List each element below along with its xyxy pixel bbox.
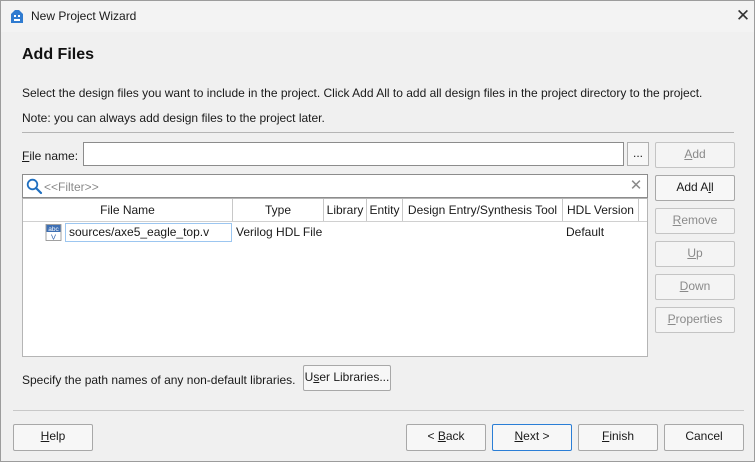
libraries-hint: Specify the path names of any non-defaul… <box>22 373 296 387</box>
browse-button[interactable]: ... <box>627 142 649 166</box>
verilog-file-icon: abc V <box>45 224 62 241</box>
column-header-tool[interactable]: Design Entry/Synthesis Tool <box>403 199 563 221</box>
finish-button[interactable]: Finish <box>578 424 658 451</box>
up-button[interactable]: Up <box>655 241 735 267</box>
search-icon <box>26 178 43 195</box>
column-header-entity[interactable]: Entity <box>367 199 403 221</box>
add-all-button[interactable]: Add All <box>655 175 735 201</box>
svg-text:V: V <box>51 232 56 241</box>
title-bar: New Project Wizard ✕ <box>1 1 754 32</box>
clear-filter-icon[interactable]: ✕ <box>628 177 644 195</box>
files-table: File Name Type Library Entity Design Ent… <box>22 198 648 357</box>
file-name-input[interactable] <box>83 142 624 166</box>
filter-placeholder: <<Filter>> <box>44 180 99 194</box>
close-icon[interactable]: ✕ <box>734 7 752 25</box>
add-button[interactable]: Add <box>655 142 735 168</box>
page-title: Add Files <box>22 46 95 63</box>
page-description: Select the design files you want to incl… <box>22 86 703 100</box>
filter-input[interactable]: <<Filter>> ✕ <box>22 174 648 198</box>
down-button[interactable]: Down <box>655 274 735 300</box>
file-name-label: File name: <box>22 149 79 163</box>
column-header-type[interactable]: Type <box>233 199 324 221</box>
new-project-wizard-window: New Project Wizard ✕ Add Files Select th… <box>0 0 755 462</box>
window-title: New Project Wizard <box>31 9 137 23</box>
column-header-hdl-version[interactable]: HDL Version <box>563 199 639 221</box>
remove-button[interactable]: Remove <box>655 208 735 234</box>
type-cell: Verilog HDL File <box>236 225 323 239</box>
header-divider <box>22 132 734 133</box>
column-header-file-name[interactable]: File Name <box>23 199 233 221</box>
column-header-library[interactable]: Library <box>324 199 367 221</box>
cancel-button[interactable]: Cancel <box>664 424 744 451</box>
next-button[interactable]: Next > <box>492 424 572 451</box>
table-header: File Name Type Library Entity Design Ent… <box>23 199 647 222</box>
table-row[interactable]: abc V sources/axe5_eagle_top.v Verilog H… <box>23 222 647 243</box>
page-note: Note: you can always add design files to… <box>22 111 325 125</box>
user-libraries-button[interactable]: User Libraries... <box>303 365 391 391</box>
footer-divider <box>13 410 744 411</box>
properties-button[interactable]: Properties <box>655 307 735 333</box>
help-button[interactable]: Help <box>13 424 93 451</box>
app-icon <box>11 10 23 23</box>
back-button[interactable]: < Back <box>406 424 486 451</box>
hdl-version-cell[interactable]: Default <box>566 223 604 242</box>
file-name-cell[interactable]: sources/axe5_eagle_top.v <box>65 223 232 242</box>
